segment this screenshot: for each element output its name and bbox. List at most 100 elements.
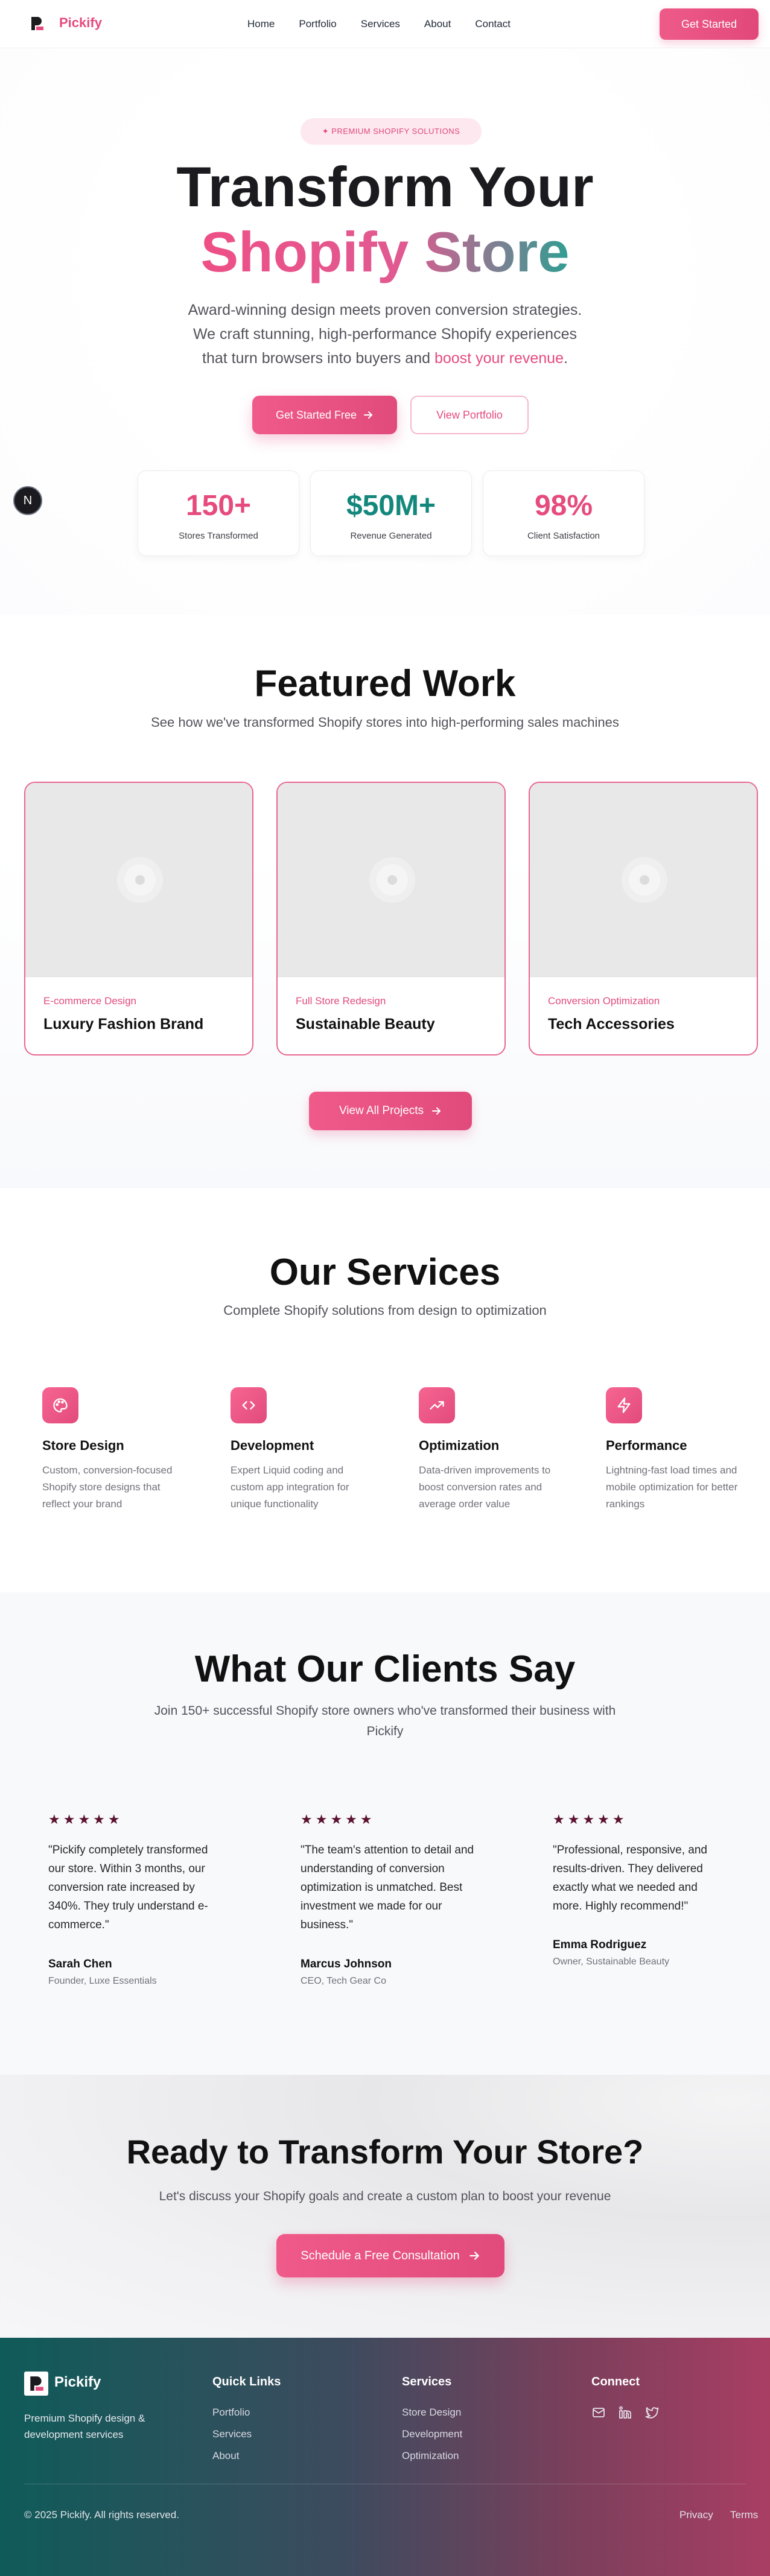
service-title: Optimization [419,1438,500,1453]
project-image-placeholder [25,783,252,977]
services-title: Our Services [269,1252,501,1293]
view-all-projects-button[interactable]: View All Projects [309,1092,472,1130]
arrow-right-icon [432,1107,441,1115]
get-started-button[interactable]: Get Started [660,8,759,40]
nav-link-services[interactable]: Services [361,18,400,30]
stat-card-revenue: $50M+ Revenue Generated [310,470,472,556]
project-title: Luxury Fashion Brand [43,1016,204,1033]
stat-value: 98% [534,490,593,522]
floating-n-badge[interactable]: N [13,486,42,515]
hero-subtitle-highlight: boost your revenue [434,350,564,367]
featured-work-title: Featured Work [254,663,516,704]
hero-pill-badge: ✦ PREMIUM SHOPIFY SOLUTIONS [301,118,482,145]
project-category: Full Store Redesign [296,995,386,1007]
footer-logo-icon[interactable] [24,2372,48,2396]
nav-link-portfolio[interactable]: Portfolio [299,18,336,30]
hero-subtitle-line3-text: that turn browsers into buyers and [202,350,434,367]
cta-section [0,2075,770,2338]
hero-subtitle-period: . [564,350,568,367]
testimonial-author: Marcus Johnson [301,1958,392,1970]
footer-link-terms[interactable]: Terms [730,2509,758,2521]
nav-links: Home Portfolio Services About Contact [247,18,511,30]
get-started-free-button[interactable]: Get Started Free [252,396,397,434]
testimonial-quote: "Pickify completely transformed our stor… [48,1844,208,1931]
project-category: Conversion Optimization [548,995,660,1007]
loading-spinner-icon [622,857,667,903]
lightning-icon [606,1387,642,1423]
brand-logo-icon[interactable] [29,16,45,31]
testimonials-subtitle-line1: Join 150+ successful Shopify store owner… [154,1704,616,1718]
footer-link-services[interactable]: Services [212,2428,252,2440]
schedule-consultation-button[interactable]: Schedule a Free Consultation [276,2234,504,2277]
testimonial-role: Founder, Luxe Essentials [48,1976,157,1986]
site-footer [0,2338,770,2576]
footer-quick-links-heading: Quick Links [212,2375,281,2388]
cta-subtitle: Let's discuss your Shopify goals and cre… [159,2189,611,2203]
nav-link-home[interactable]: Home [247,18,275,30]
linkedin-icon[interactable] [618,2405,632,2420]
star-rating-icon: ★★★★★ [301,1812,375,1827]
footer-link-store-design[interactable]: Store Design [402,2407,461,2419]
footer-link-privacy[interactable]: Privacy [679,2509,713,2521]
cta-title: Ready to Transform Your Store? [126,2133,644,2171]
stat-card-stores: 150+ Stores Transformed [138,470,299,556]
footer-link-development[interactable]: Development [402,2428,462,2440]
hero-subtitle-line3: that turn browsers into buyers and boost… [0,346,770,370]
arrow-right-icon [469,2252,479,2260]
project-card[interactable]: Conversion Optimization Tech Accessories [529,782,758,1055]
stat-label: Stores Transformed [179,531,258,541]
footer-connect-heading: Connect [591,2375,640,2388]
service-description: Expert Liquid coding and custom app inte… [231,1464,349,1510]
project-category: E-commerce Design [43,995,136,1007]
project-card[interactable]: Full Store Redesign Sustainable Beauty [276,782,506,1055]
service-description: Custom, conversion-focused Shopify store… [42,1464,173,1510]
project-image-placeholder [278,783,504,977]
stat-label: Client Satisfaction [527,531,600,541]
trending-up-icon [419,1387,455,1423]
footer-link-optimization[interactable]: Optimization [402,2450,459,2462]
testimonial-author: Sarah Chen [48,1958,112,1970]
nav-link-about[interactable]: About [424,18,451,30]
footer-tagline: Premium Shopify design & development ser… [24,2413,145,2440]
nav-link-contact[interactable]: Contact [475,18,511,30]
testimonial-role: Owner, Sustainable Beauty [553,1957,670,1967]
project-image-placeholder [530,783,757,977]
twitter-icon[interactable] [644,2405,659,2420]
footer-link-portfolio[interactable]: Portfolio [212,2407,250,2419]
testimonials-subtitle-line2: Pickify [366,1724,404,1738]
brand-name[interactable]: Pickify [59,15,102,31]
hero-subtitle-line1: Award-winning design meets proven conver… [188,302,582,318]
service-description: Data-driven improvements to boost conver… [419,1464,551,1510]
palette-icon [42,1387,78,1423]
testimonial-role: CEO, Tech Gear Co [301,1976,386,1986]
services-subtitle: Complete Shopify solutions from design t… [223,1303,547,1318]
testimonials-title: What Our Clients Say [194,1648,576,1690]
loading-spinner-icon [117,857,163,903]
footer-link-about[interactable]: About [212,2450,239,2462]
service-title: Performance [606,1438,687,1453]
mail-icon[interactable] [591,2405,606,2420]
footer-services-heading: Services [402,2375,452,2388]
service-title: Development [231,1438,314,1453]
testimonial-quote: "The team's attention to detail and unde… [301,1844,474,1931]
stat-label: Revenue Generated [350,531,432,541]
view-portfolio-button[interactable]: View Portfolio [410,396,529,434]
testimonial-quote: "Professional, responsive, and results-d… [553,1844,707,1913]
testimonials-subtitle: Join 150+ successful Shopify store owner… [0,1701,770,1742]
service-description: Lightning-fast load times and mobile opt… [606,1464,738,1510]
code-icon [231,1387,267,1423]
hero-title-line2: Shopify Store [0,220,770,285]
project-title: Tech Accessories [548,1016,675,1033]
stat-card-satisfaction: 98% Client Satisfaction [483,470,644,556]
star-rating-icon: ★★★★★ [553,1812,628,1827]
footer-brand-name[interactable]: Pickify [54,2374,101,2391]
stat-value: $50M+ [346,490,436,522]
hero-title-gradient-text: Shopify Store [200,220,570,283]
project-card[interactable]: E-commerce Design Luxury Fashion Brand [24,782,253,1055]
testimonial-author: Emma Rodriguez [553,1938,647,1951]
loading-spinner-icon [369,857,415,903]
view-all-projects-label: View All Projects [339,1104,424,1117]
schedule-consultation-label: Schedule a Free Consultation [301,2248,460,2262]
service-title: Store Design [42,1438,124,1453]
get-started-free-label: Get Started Free [275,408,357,421]
